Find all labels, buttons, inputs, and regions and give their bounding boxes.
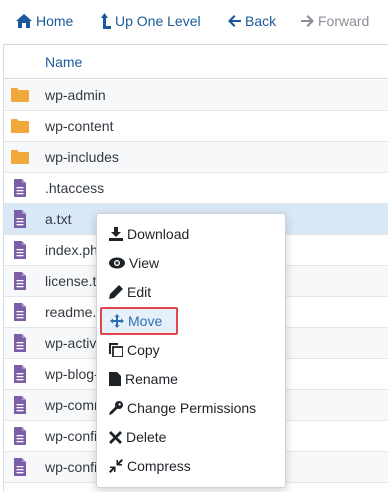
file-text-icon: [10, 395, 30, 415]
back-label: Back: [245, 13, 277, 29]
home-label: Home: [36, 13, 74, 29]
menu-item-delete[interactable]: Delete: [109, 426, 166, 448]
download-icon: [109, 227, 123, 241]
menu-item-view[interactable]: View: [109, 252, 159, 274]
name-column-header[interactable]: Name: [45, 54, 82, 70]
file-name: wp-includes: [45, 149, 119, 165]
context-menu: Download View Edit Move Copy Rename Chan…: [96, 213, 286, 488]
level-up-icon: [101, 13, 111, 29]
menu-item-move-label: Move: [128, 313, 163, 329]
file-text-icon: [10, 271, 30, 291]
close-icon: [109, 430, 122, 444]
forward-label: Forward: [318, 13, 370, 29]
menu-item-delete-label: Delete: [126, 429, 167, 445]
home-button[interactable]: Home: [16, 9, 73, 33]
table-row[interactable]: .htaccess: [4, 173, 388, 204]
menu-item-download[interactable]: Download: [109, 223, 189, 245]
menu-item-compress-label: Compress: [127, 458, 191, 474]
file-name: wp-content: [45, 118, 114, 134]
menu-item-rename-label: Rename: [125, 371, 178, 387]
file-name: a.txt: [45, 211, 72, 227]
move-arrows-icon: [110, 314, 124, 328]
menu-item-change-permissions-label: Change Permissions: [127, 400, 257, 416]
menu-item-change-permissions[interactable]: Change Permissions: [109, 397, 256, 419]
menu-item-rename[interactable]: Rename: [109, 368, 178, 390]
file-text-icon: [10, 426, 30, 446]
file-text-icon: [10, 302, 30, 322]
back-button[interactable]: Back: [228, 9, 276, 33]
pencil-icon: [109, 285, 123, 299]
menu-item-copy[interactable]: Copy: [109, 339, 160, 361]
file-name: wp-admin: [45, 87, 106, 103]
menu-item-view-label: View: [129, 255, 160, 271]
file-name: .htaccess: [45, 180, 105, 196]
table-row[interactable]: wp-includes: [4, 142, 388, 173]
folder-icon: [10, 147, 30, 167]
menu-item-download-label: Download: [127, 226, 190, 242]
eye-icon: [109, 257, 125, 269]
menu-item-compress[interactable]: Compress: [109, 455, 191, 477]
menu-item-edit[interactable]: Edit: [109, 281, 151, 303]
up-one-level-label: Up One Level: [115, 13, 201, 29]
arrow-left-icon: [228, 15, 241, 27]
menu-item-move[interactable]: Move: [100, 307, 178, 335]
file-text-icon: [10, 457, 30, 477]
folder-icon: [10, 116, 30, 136]
folder-icon: [10, 85, 30, 105]
compress-icon: [109, 459, 123, 473]
table-row[interactable]: wp-admin: [4, 80, 388, 111]
file-text-icon: [10, 209, 30, 229]
menu-item-edit-label: Edit: [127, 284, 152, 300]
copy-icon: [109, 343, 123, 357]
arrow-right-icon: [301, 15, 314, 27]
table-row[interactable]: wp-content: [4, 111, 388, 142]
file-manager-toolbar: Home Up One Level Back Forward: [0, 0, 388, 42]
forward-button[interactable]: Forward: [301, 9, 369, 33]
menu-item-copy-label: Copy: [127, 342, 160, 358]
file-text-icon: [10, 364, 30, 384]
file-icon: [109, 372, 121, 386]
home-icon: [16, 14, 32, 28]
file-text-icon: [10, 240, 30, 260]
up-one-level-button[interactable]: Up One Level: [101, 9, 201, 33]
key-icon: [109, 401, 123, 415]
file-text-icon: [10, 178, 30, 198]
table-header: Name: [4, 45, 388, 79]
file-text-icon: [10, 333, 30, 353]
